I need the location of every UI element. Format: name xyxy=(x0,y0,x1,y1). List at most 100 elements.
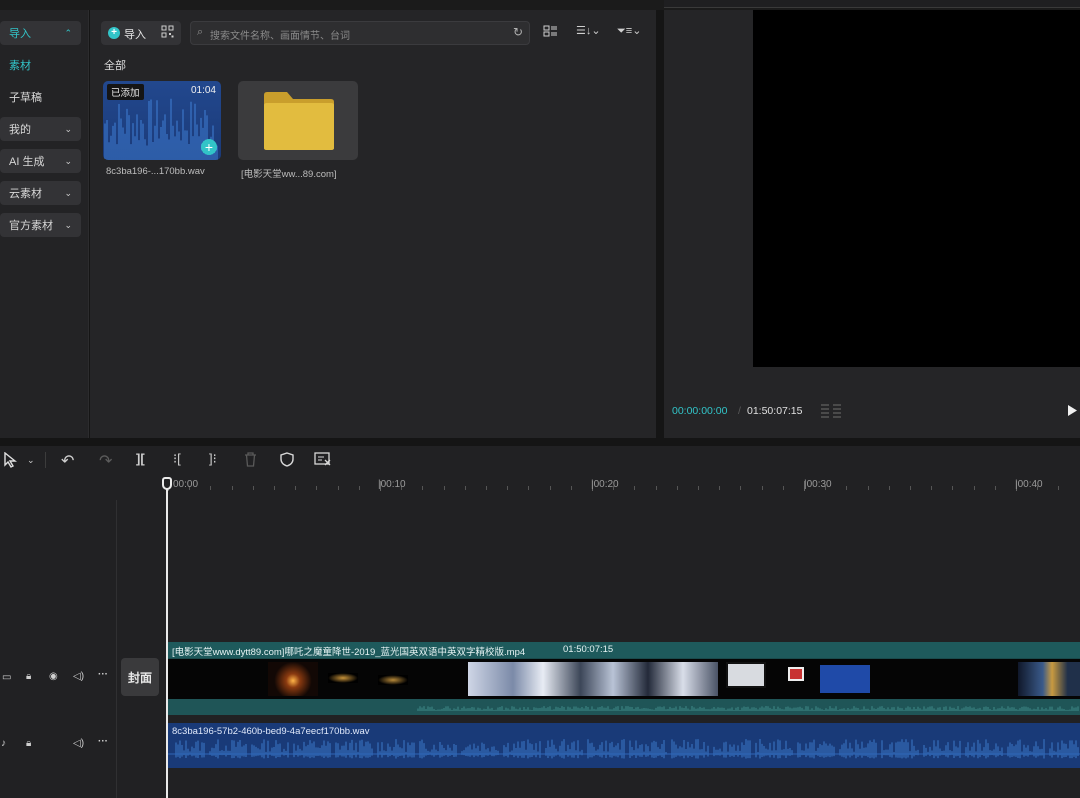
redo-icon[interactable]: ↷ xyxy=(99,451,112,471)
more-icon[interactable]: ··· xyxy=(98,669,108,680)
frame-thumbnail xyxy=(378,675,408,685)
lock-icon[interactable]: 🔒︎ xyxy=(26,738,31,749)
ruler-tick xyxy=(740,486,741,490)
grid-icon[interactable] xyxy=(161,25,174,41)
ruler-tick xyxy=(1058,486,1059,490)
audio-track-icon: ♪ xyxy=(1,738,6,749)
ruler-label: |00:40 xyxy=(1015,479,1043,490)
sidebar-item-mine[interactable]: 我的 ⌄ xyxy=(0,117,81,141)
chevron-down-icon: ⌄ xyxy=(64,155,72,166)
ruler-tick xyxy=(232,486,233,490)
ruler-tick xyxy=(762,486,763,490)
frame-thumbnail xyxy=(328,673,358,683)
playhead[interactable] xyxy=(166,477,168,798)
frame-thumbnail xyxy=(788,667,804,681)
chevron-down-icon: ⌄ xyxy=(64,187,72,198)
ruler-tick xyxy=(677,486,678,490)
ruler-tick xyxy=(316,486,317,490)
ruler-tick xyxy=(444,486,445,490)
timeline-toolbar xyxy=(0,446,1080,476)
split-icon[interactable]: ][ xyxy=(136,451,145,466)
sidebar-item-material[interactable]: 素材 xyxy=(0,53,81,77)
ruler-tick xyxy=(634,486,635,490)
toolbar-divider xyxy=(45,452,46,468)
sort-icon[interactable]: ☰↓⌄ xyxy=(576,24,601,37)
audio-clip[interactable]: 8c3ba196-57b2-460b-bed9-4a7eecf170bb.wav xyxy=(168,723,1080,768)
section-title: 全部 xyxy=(104,60,126,72)
audio-media-item[interactable]: 已添加 01:04 + xyxy=(103,81,221,160)
ruler-tick xyxy=(295,486,296,490)
time-ruler[interactable] xyxy=(168,476,1080,500)
sidebar-item-official[interactable]: 官方素材 ⌄ xyxy=(0,213,81,237)
smart-cut-icon[interactable] xyxy=(314,452,331,470)
frame-thumbnail xyxy=(1018,662,1080,696)
audio-waveform xyxy=(168,739,1080,759)
volume-icon[interactable]: ◁) xyxy=(73,738,84,749)
sidebar-item-import[interactable]: 导入 ⌃ xyxy=(0,21,81,45)
ruler-tick xyxy=(698,486,699,490)
lock-icon[interactable]: 🔒︎ xyxy=(26,671,31,682)
select-tool-icon[interactable] xyxy=(3,451,17,471)
volume-icon[interactable]: ◁) xyxy=(73,671,84,682)
ruler-tick xyxy=(507,486,508,490)
play-icon[interactable] xyxy=(1067,404,1078,420)
current-time: 00:00:00:00 xyxy=(672,405,728,417)
ruler-tick xyxy=(486,486,487,490)
ruler-tick xyxy=(210,486,211,490)
timecode-format-icon[interactable] xyxy=(820,403,842,422)
cover-button[interactable]: 封面 xyxy=(121,658,159,696)
track-headers xyxy=(0,500,117,798)
video-track-icon: ▭ xyxy=(2,672,12,683)
eye-icon[interactable]: ◉ xyxy=(49,671,58,682)
filter-icon[interactable]: ⏷≡⌄ xyxy=(617,24,641,38)
refresh-icon[interactable]: ↻ xyxy=(513,25,523,39)
duration-label: 01:04 xyxy=(190,85,216,96)
sidebar-item-ai-generate[interactable]: AI 生成 ⌄ xyxy=(0,149,81,173)
media-sidebar: 导入 ⌃ 素材 子草稿 我的 ⌄ AI 生成 ⌄ 云素材 ⌄ 官方素材 ⌄ xyxy=(0,10,89,438)
ruler-label: |00:20 xyxy=(591,479,619,490)
ruler-tick xyxy=(465,486,466,490)
ruler-tick xyxy=(931,486,932,490)
preview-header-strip xyxy=(664,0,1080,8)
view-toggle-icon[interactable] xyxy=(543,25,558,40)
frame-thumbnail xyxy=(468,662,718,696)
trim-left-icon[interactable]: ⁝[ xyxy=(173,451,181,467)
ruler-tick xyxy=(952,486,953,490)
media-panel xyxy=(90,10,656,438)
trim-right-icon[interactable]: ]⁝ xyxy=(209,451,217,467)
add-to-timeline-icon[interactable]: + xyxy=(201,139,217,155)
delete-icon[interactable] xyxy=(244,452,257,470)
chevron-down-icon: ⌄ xyxy=(64,219,72,230)
ruler-tick xyxy=(910,486,911,490)
ruler-tick xyxy=(783,486,784,490)
import-button[interactable]: + 导入 xyxy=(101,21,181,45)
chevron-down-icon[interactable]: ⌄ xyxy=(27,455,35,466)
total-time: 01:50:07:15 xyxy=(747,405,803,417)
sidebar-item-cloud[interactable]: 云素材 ⌄ xyxy=(0,181,81,205)
video-clip-header: [电影天堂www.dytt89.com]哪吒之魔童降世-2019_蓝光国英双语中… xyxy=(168,642,1080,658)
shield-icon[interactable] xyxy=(280,452,294,470)
ruler-tick xyxy=(528,486,529,490)
video-canvas xyxy=(753,10,1080,367)
more-icon[interactable]: ··· xyxy=(98,736,108,747)
playhead-handle[interactable] xyxy=(162,477,172,490)
plus-icon: + xyxy=(108,27,120,39)
added-badge: 已添加 xyxy=(107,84,144,100)
ruler-tick xyxy=(846,486,847,490)
ruler-tick xyxy=(422,486,423,490)
folder-media-item[interactable] xyxy=(238,81,358,160)
ruler-tick xyxy=(889,486,890,490)
media-filename: 8c3ba196-...170bb.wav xyxy=(106,166,205,177)
chevron-up-icon: ⌃ xyxy=(64,27,72,38)
undo-icon[interactable]: ↶ xyxy=(61,451,74,471)
ruler-tick xyxy=(359,486,360,490)
folder-icon xyxy=(264,92,334,150)
ruler-tick xyxy=(253,486,254,490)
ruler-label: |00:10 xyxy=(378,479,406,490)
video-filmstrip xyxy=(168,659,1080,699)
ruler-tick xyxy=(656,486,657,490)
video-clip-duration: 01:50:07:15 xyxy=(563,644,614,655)
search-input[interactable]: ⌕ 搜索文件名称、画面情节、台词 ↻ xyxy=(190,21,530,45)
sidebar-item-subdraft[interactable]: 子草稿 xyxy=(0,85,81,109)
audio-clip-title: 8c3ba196-57b2-460b-bed9-4a7eecf170bb.wav xyxy=(172,726,370,737)
